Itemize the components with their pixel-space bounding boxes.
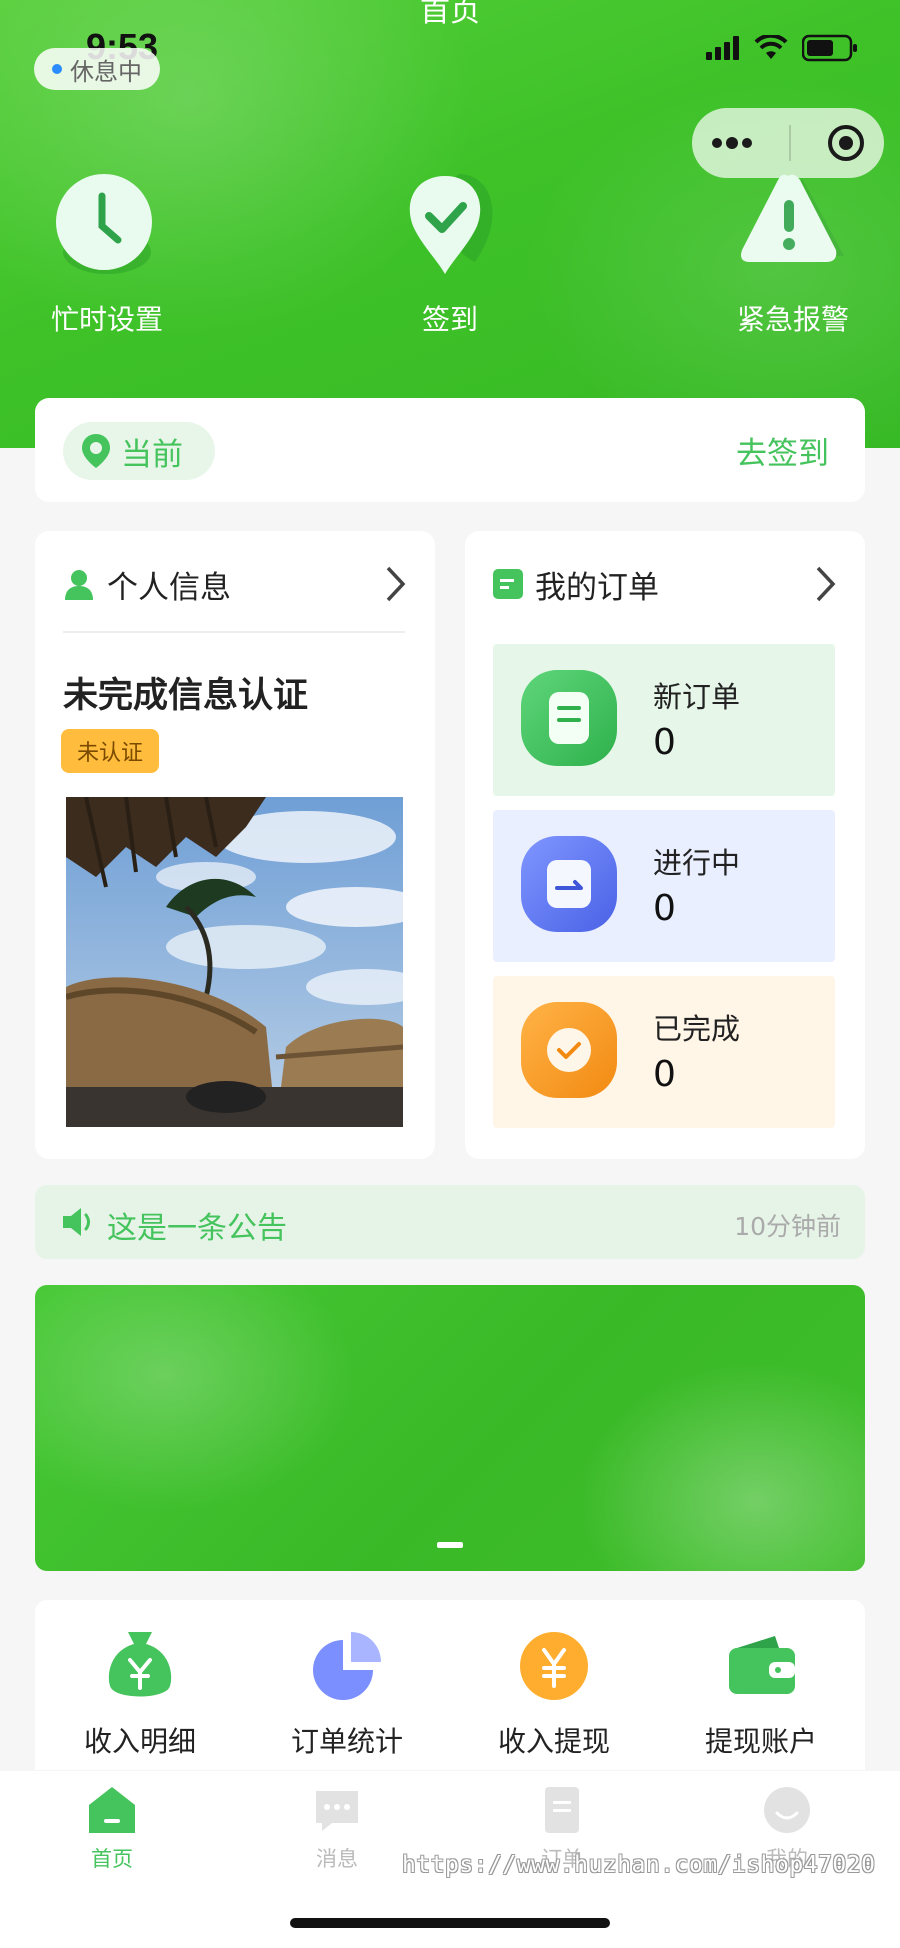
quick-busy-settings[interactable]: 忙时设置 [12,170,202,338]
order-in-progress[interactable]: 进行中 0 [493,810,835,962]
verification-status-title: 未完成信息认证 [63,676,309,716]
wallet-icon [723,1628,799,1704]
status-dot-icon [52,64,62,74]
money-bag-icon [102,1628,178,1704]
order-new-count: 0 [653,722,676,763]
home-indicator [290,1918,610,1928]
check-pin-icon [395,170,505,280]
home-icon [87,1785,137,1835]
tool-withdraw-account[interactable]: 提现账户 [661,1628,861,1760]
tools-grid: 收入明细 订单统计 收入提现 提现账户 [35,1600,865,1770]
battery-icon [802,34,857,62]
wifi-icon [754,35,788,59]
more-icon[interactable] [710,136,754,150]
order-list-icon [493,569,523,599]
quick-alarm-label: 紧急报警 [736,303,849,336]
order-new[interactable]: 新订单 0 [493,644,835,796]
clock-icon [52,170,162,280]
work-status-pill[interactable]: 休息中 [34,48,160,90]
smile-face-icon [762,1785,812,1835]
order-completed[interactable]: 已完成 0 [493,976,835,1128]
tool-income-detail[interactable]: 收入明细 [40,1628,240,1760]
check-circle-icon [521,1002,617,1098]
announcement-text: 这是一条公告 [107,1211,287,1246]
announcement-time: 10分钟前 [734,1212,841,1241]
chat-bubble-icon [312,1785,362,1835]
divider [63,631,405,633]
yen-coin-icon [516,1628,592,1704]
personal-info-card[interactable]: 个人信息 未完成信息认证 未认证 [35,531,435,1159]
order-new-label: 新订单 [653,680,741,714]
arrow-card-icon [521,836,617,932]
tool-withdraw-account-label: 提现账户 [704,1725,817,1758]
location-pill[interactable]: 当前 [63,422,215,480]
tool-income-withdraw[interactable]: 收入提现 [454,1628,654,1760]
carousel-indicator [437,1542,463,1548]
sign-in-card: 当前 去签到 [35,398,865,502]
my-orders-title: 我的订单 [535,569,659,606]
announcement-bar[interactable]: 这是一条公告 10分钟前 [35,1185,865,1259]
quick-busy-label: 忙时设置 [50,303,163,336]
location-label: 当前 [121,436,183,473]
pie-chart-icon [309,1628,385,1704]
chevron-right-icon [386,566,406,602]
close-target-icon[interactable] [826,123,866,163]
watermark: https://www.huzhan.com/ishop47020 [402,1852,876,1878]
order-completed-count: 0 [653,1054,676,1095]
signal-icon [706,36,739,60]
quick-sign-label: 签到 [421,303,478,336]
tab-messages-label: 消息 [316,1847,358,1871]
tool-income-withdraw-label: 收入提现 [497,1725,610,1758]
tab-home-label: 首页 [91,1847,133,1871]
personal-info-header[interactable]: 个人信息 [63,559,407,609]
tool-order-stats-label: 订单统计 [290,1725,403,1758]
header-banner: 首页 9:53 休息中 忙时设置 签到 紧急报警 [0,0,900,448]
location-pin-icon [82,434,110,468]
tool-income-detail-label: 收入明细 [83,1725,196,1758]
alert-triangle-icon [738,170,848,280]
my-orders-card: 我的订单 新订单 0 进行中 0 已完成 0 [465,531,865,1159]
status-icons [706,34,858,62]
quick-emergency-alarm[interactable]: 紧急报警 [698,170,888,338]
chevron-right-icon [816,566,836,602]
tab-messages[interactable]: 消息 [257,1785,417,1873]
personal-info-title: 个人信息 [107,569,231,606]
order-completed-label: 已完成 [653,1012,741,1046]
profile-photo[interactable] [66,797,403,1127]
quick-sign-in[interactable]: 签到 [355,170,545,338]
capsule-divider [788,125,791,161]
order-in-progress-count: 0 [653,888,676,929]
speaker-icon [63,1208,90,1236]
miniprogram-capsule [692,108,884,178]
tab-home[interactable]: 首页 [32,1785,192,1873]
promo-banner-carousel[interactable] [35,1285,865,1571]
document-icon [521,670,617,766]
document-icon [537,1785,587,1835]
work-status-label: 休息中 [70,57,142,86]
my-orders-header[interactable]: 我的订单 [493,559,837,609]
order-in-progress-label: 进行中 [653,846,741,880]
go-sign-in-button[interactable]: 去签到 [736,428,829,473]
unverified-badge: 未认证 [61,729,159,773]
user-icon [65,570,93,600]
tool-order-stats[interactable]: 订单统计 [247,1628,447,1760]
